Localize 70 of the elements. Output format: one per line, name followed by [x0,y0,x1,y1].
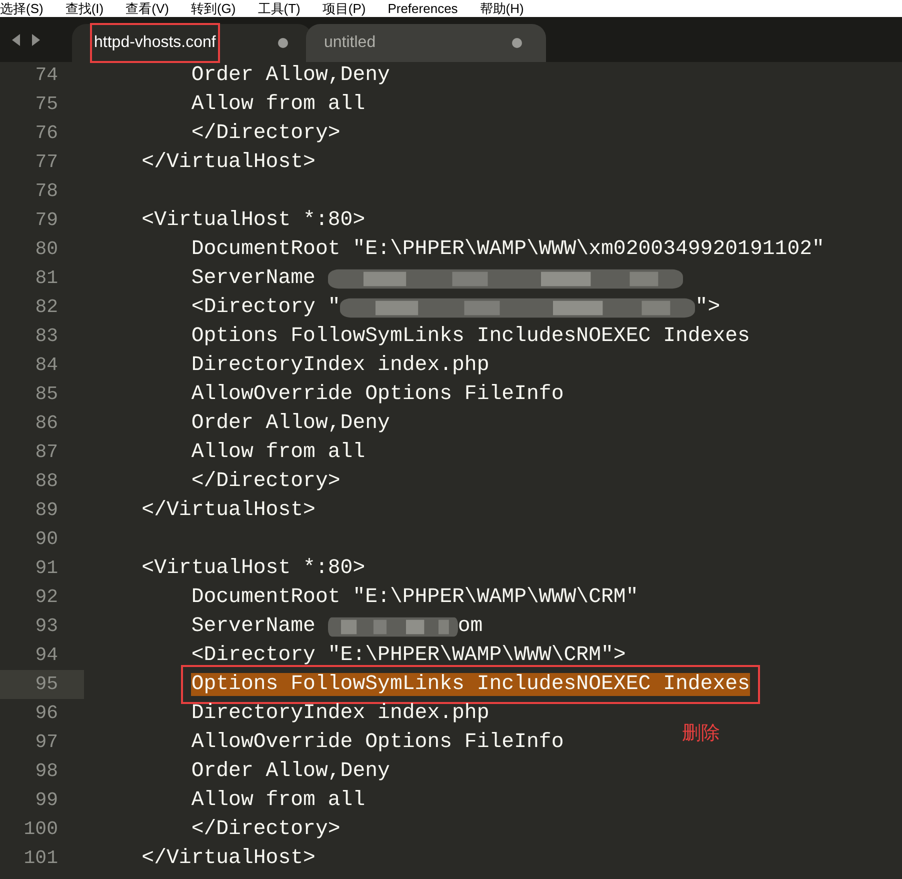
line-number: 86 [35,411,58,436]
code-text: DocumentRoot "E:\PHPER\WAMP\WWW\xm0200349920191102" [190,236,824,263]
back-arrow-icon[interactable] [10,32,22,46]
code-text: </Directory> [190,468,340,495]
line-number: 81 [35,266,58,292]
menu-item[interactable]: 转到(G) [190,0,236,17]
menu-item[interactable]: 项目(P) [322,0,366,17]
line-number: 91 [35,556,58,582]
code-text: Options FollowSymLinks IncludesNOEXEC Indexes [191,672,750,696]
line-number: 87 [35,440,58,466]
line-number: 74 [35,63,58,88]
menu-item[interactable]: 查找(I) [65,0,104,17]
editor-tab[interactable]: untitled [306,24,546,62]
code-text: AllowOverride Options FileInfo [190,730,564,756]
menu-item[interactable]: 查看(V) [126,0,169,17]
line-number: 90 [35,527,58,552]
code-text: </VirtualHost> [140,150,316,176]
code-text: DocumentRoot "E:\PHPER\WAMP\WWW\CRM" [190,584,638,611]
menu-item[interactable]: 工具(T) [258,0,300,17]
code-text: <VirtualHost *:80> [140,208,366,234]
line-number: 76 [35,121,58,146]
line-number: 98 [35,759,58,784]
code-text: om [458,614,483,640]
line-number: 100 [24,817,58,842]
code-text: <VirtualHost *:80> [140,556,366,582]
code-text: Allow from all [190,440,366,466]
line-number: 82 [35,295,58,320]
line-number: 94 [35,643,58,668]
line-number: 101 [24,846,58,872]
code-text: </VirtualHost> [140,498,316,524]
code-text: </Directory> [190,120,340,147]
annotation-note: 删除 [682,720,720,746]
menu-item[interactable]: Preferences [388,0,458,17]
code-text: "> [695,294,720,321]
line-number: 92 [35,585,58,610]
code-text: </Directory> [190,816,340,843]
line-number: 83 [35,324,58,350]
line-number: 80 [35,237,58,262]
line-number: 93 [35,614,58,640]
code-text: Options FollowSymLinks IncludesNOEXEC Indexes [190,324,750,350]
code-text: <Directory " [190,294,340,321]
code-text: Allow from all [190,92,366,118]
code-text: ServerName [190,266,316,292]
code-text: DirectoryIndex index.php [190,700,490,727]
line-number: 95 [35,672,58,698]
tab-title: untitled [324,33,376,53]
code-text: <Directory "E:\PHPER\WAMP\WWW\CRM"> [190,642,626,669]
line-number: 96 [35,701,58,726]
line-number: 85 [35,382,58,408]
line-number: 97 [35,730,58,756]
line-number: 78 [35,179,58,204]
code-text: ServerName [190,614,316,640]
code-text: Order Allow,Deny [190,62,390,89]
line-number: 77 [35,150,58,176]
code-text: Order Allow,Deny [190,410,390,437]
line-number: 99 [35,788,58,814]
code-text: DirectoryIndex index.php [190,352,490,379]
code-text: Allow from all [190,788,366,814]
code-text: Order Allow,Deny [190,758,390,785]
line-number: 79 [35,208,58,234]
menu-item[interactable]: 选择(S) [0,0,44,17]
line-number: 88 [35,469,58,494]
menu-item[interactable]: 帮助(H) [480,0,524,17]
line-number: 75 [35,92,58,118]
tab-title: httpd-vhosts.conf [90,23,220,63]
line-number: 89 [35,498,58,524]
line-number: 84 [35,353,58,378]
code-text: </VirtualHost> [140,846,316,872]
forward-arrow-icon[interactable] [30,32,42,46]
code-text: AllowOverride Options FileInfo [190,382,564,408]
